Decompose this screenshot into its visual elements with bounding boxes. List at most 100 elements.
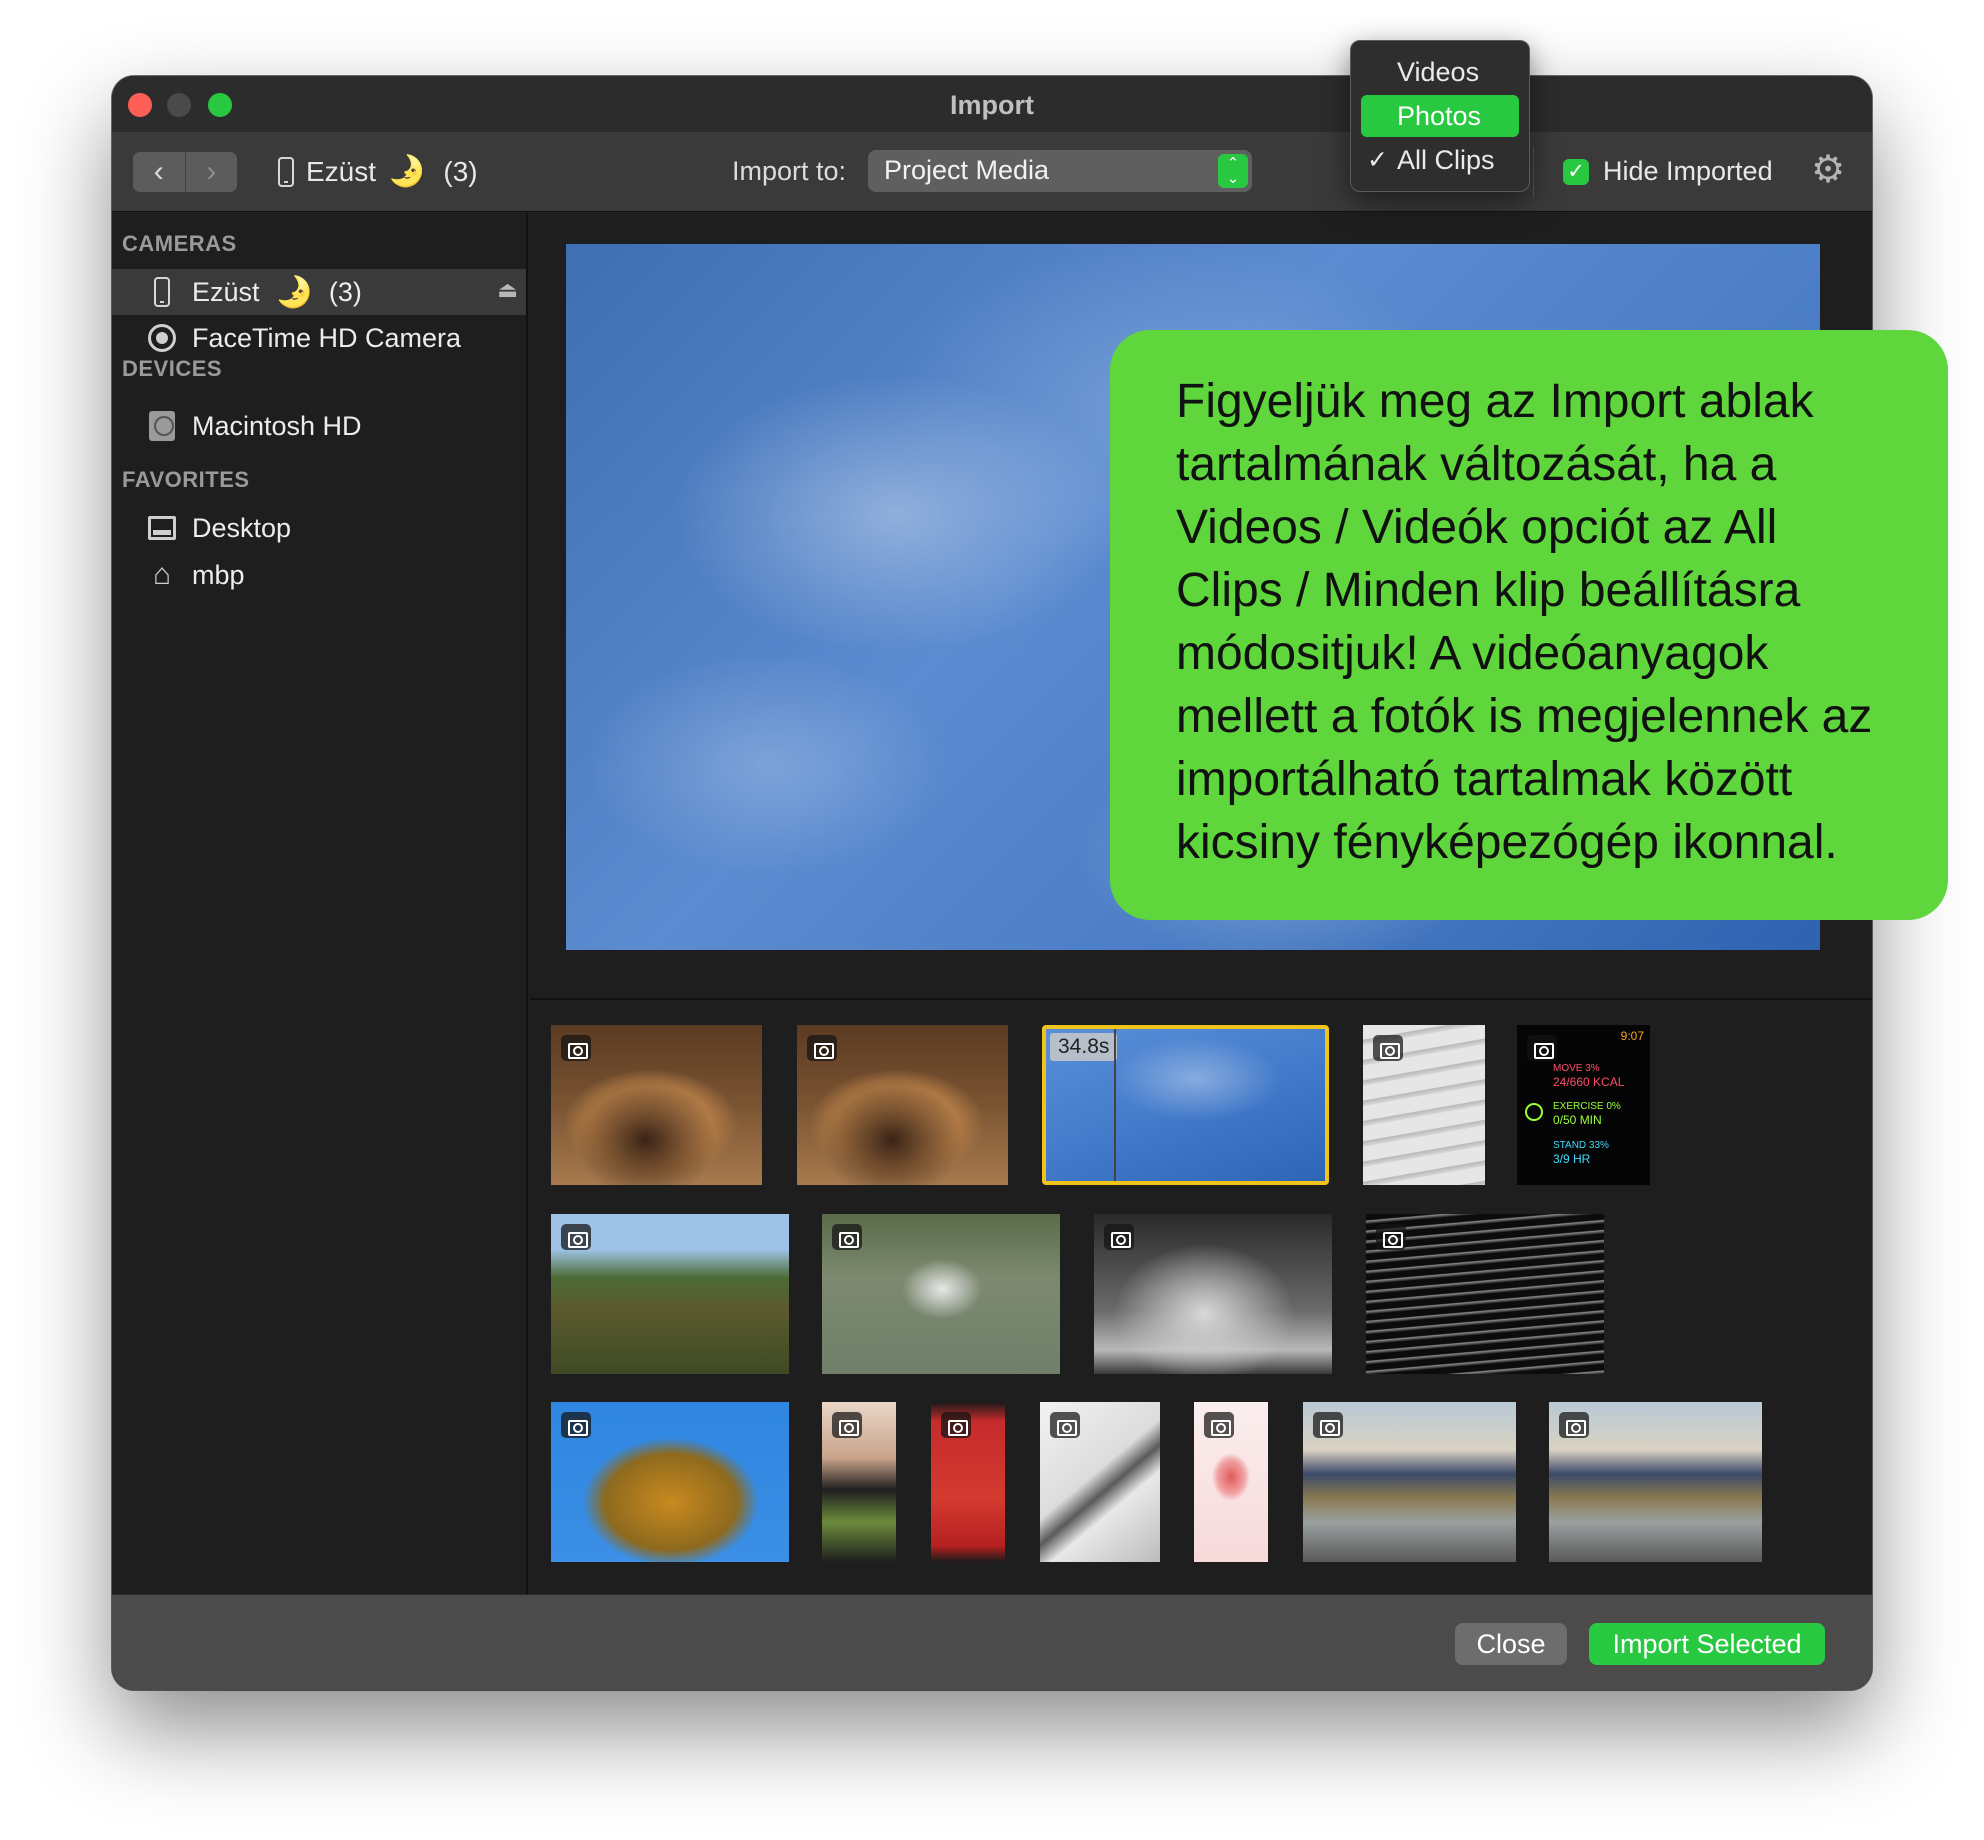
sidebar-item-label: Macintosh HD [192,410,362,441]
hard-drive-icon [148,411,176,441]
clip-thumbnail[interactable]: 9:07 MOVE 3% 24/660 KCAL EXERCISE 0% 0/5… [1517,1025,1650,1185]
clip-thumbnail[interactable] [551,1402,789,1562]
gear-icon[interactable]: ⚙ [1808,150,1848,190]
clip-thumbnail[interactable] [1366,1214,1604,1374]
menu-item-videos[interactable]: Videos [1361,51,1519,93]
callout-line: importálható tartalmak között [1176,753,1793,806]
photo-badge-icon [1527,1035,1557,1061]
callout-line: kicsiny fényképezógép ikonnal. [1176,816,1838,869]
photo-badge-icon [1313,1412,1343,1438]
clip-thumbnail[interactable] [931,1402,1005,1562]
close-button[interactable]: Close [1455,1623,1567,1665]
menu-item-all-clips[interactable]: ✓ All Clips [1361,139,1519,181]
video-clip-thumbnail[interactable]: 34.8s [1042,1025,1329,1185]
hide-imported-label: Hide Imported [1603,156,1773,186]
photo-badge-icon [1559,1412,1589,1438]
clip-filter-menu: Videos Photos ✓ All Clips [1350,40,1530,192]
sidebar-item-label: mbp [192,559,245,590]
menu-item-label: Photos [1397,101,1482,131]
clip-thumbnail[interactable] [1094,1214,1332,1374]
sidebar-item-ezust[interactable]: Ezüst 🌛 (3) ⏏ [112,269,526,315]
activity-exercise-label: EXERCISE 0% [1553,1101,1621,1112]
clip-thumbnail[interactable] [822,1214,1060,1374]
sidebar-item-label: FaceTime HD Camera [192,322,462,353]
chevron-right-icon[interactable]: › [186,152,238,192]
callout-line: tartalmának változását, ha a [1176,438,1777,491]
photo-badge-icon [832,1224,862,1250]
sidebar-item-facetime-camera[interactable]: FaceTime HD Camera [112,315,526,361]
photo-badge-icon [561,1224,591,1250]
device-name: Ezüst [306,155,377,187]
hide-imported-checkbox[interactable]: ✓ [1563,158,1589,185]
sidebar: CAMERAS Ezüst 🌛 (3) ⏏ FaceTime HD Camera… [112,213,528,1594]
photo-badge-icon [1373,1035,1403,1061]
activity-stand-value: 3/9 HR [1553,1152,1591,1166]
skimmer-playhead [1114,1029,1116,1181]
camera-icon [148,323,176,353]
hide-imported-toggle[interactable]: ✓ Hide Imported [1563,156,1773,187]
home-icon: ⌂ [152,558,172,591]
iphone-icon [148,277,176,307]
photo-badge-icon [561,1035,591,1061]
preview-divider [530,998,1872,1000]
photo-badge-icon [1104,1224,1134,1250]
clip-thumbnail[interactable] [551,1214,789,1374]
chevron-left-icon[interactable]: ‹ [133,152,186,192]
photo-badge-icon [1204,1412,1234,1438]
select-stepper-icon: ⌃ ⌄ [1218,154,1248,188]
device-count: (3) [443,155,478,187]
import-to-label: Import to: [732,156,847,186]
checkmark-icon: ✓ [1367,146,1388,174]
title-bar: Import [112,76,1872,132]
sidebar-section-devices: DEVICES [122,356,223,381]
clip-thumbnail[interactable] [1363,1025,1485,1185]
photo-badge-icon [1050,1412,1080,1438]
clip-thumbnail[interactable] [551,1025,762,1185]
sidebar-item-mbp[interactable]: ⌂ mbp [112,552,526,598]
callout-line: módositjuk! A videóanyagok [1176,627,1769,680]
callout-line: Figyeljük meg az Import ablak [1176,375,1814,428]
clip-thumbnail[interactable] [1194,1402,1268,1562]
photo-badge-icon [561,1412,591,1438]
bottom-bar: Close Import Selected [112,1594,1872,1690]
sidebar-item-macintosh-hd[interactable]: Macintosh HD [112,403,526,449]
clip-thumbnail[interactable] [1549,1402,1762,1562]
sidebar-item-count: (3) [328,276,362,307]
annotation-callout: Figyeljük meg az Import ablak tartalmána… [1110,330,1948,920]
import-selected-button[interactable]: Import Selected [1589,1623,1825,1665]
desktop-folder-icon [148,513,176,543]
sidebar-section-cameras: CAMERAS [122,231,237,256]
exercise-ring-icon [1525,1103,1543,1121]
activity-move-label: MOVE 3% [1553,1063,1600,1074]
toolbar: ‹ › Ezüst 🌛 (3) Import to: Project Media… [112,132,1872,212]
callout-line: Clips / Minden klip beállításra [1176,564,1801,617]
callout-line: mellett a fotók is megjelennek az [1176,690,1873,743]
sidebar-item-desktop[interactable]: Desktop [112,505,526,551]
photo-badge-icon [1376,1224,1406,1250]
moon-emoji: 🌛 [388,155,426,188]
sidebar-section-favorites: FAVORITES [122,467,250,492]
eject-icon[interactable]: ⏏ [497,277,518,303]
toolbar-device-label: Ezüst 🌛 (3) [278,154,478,189]
clip-thumbnail[interactable] [1303,1402,1516,1562]
activity-stand-label: STAND 33% [1553,1140,1609,1151]
clip-thumbnail[interactable] [822,1402,896,1562]
toolbar-divider [1533,146,1534,198]
import-to-value: Project Media [884,155,1050,185]
import-to-select[interactable]: Project Media ⌃ ⌄ [868,150,1252,192]
clip-duration-badge: 34.8s [1050,1033,1118,1061]
window-title: Import [950,90,1034,120]
clip-thumbnail[interactable] [797,1025,1008,1185]
clip-thumbnail[interactable] [1040,1402,1160,1562]
activity-move-value: 24/660 KCAL [1553,1075,1625,1089]
callout-line: Videos / Videók opciót az All [1176,501,1778,554]
menu-item-label: All Clips [1397,145,1495,175]
navigation-control: ‹ › [133,152,237,192]
menu-item-photos[interactable]: Photos [1361,95,1519,137]
moon-emoji: 🌛 [275,275,313,309]
sidebar-item-label: Ezüst [192,276,260,307]
photo-badge-icon [807,1035,837,1061]
photo-badge-icon [941,1412,971,1438]
menu-item-label: Videos [1397,57,1480,87]
photo-badge-icon [832,1412,862,1438]
